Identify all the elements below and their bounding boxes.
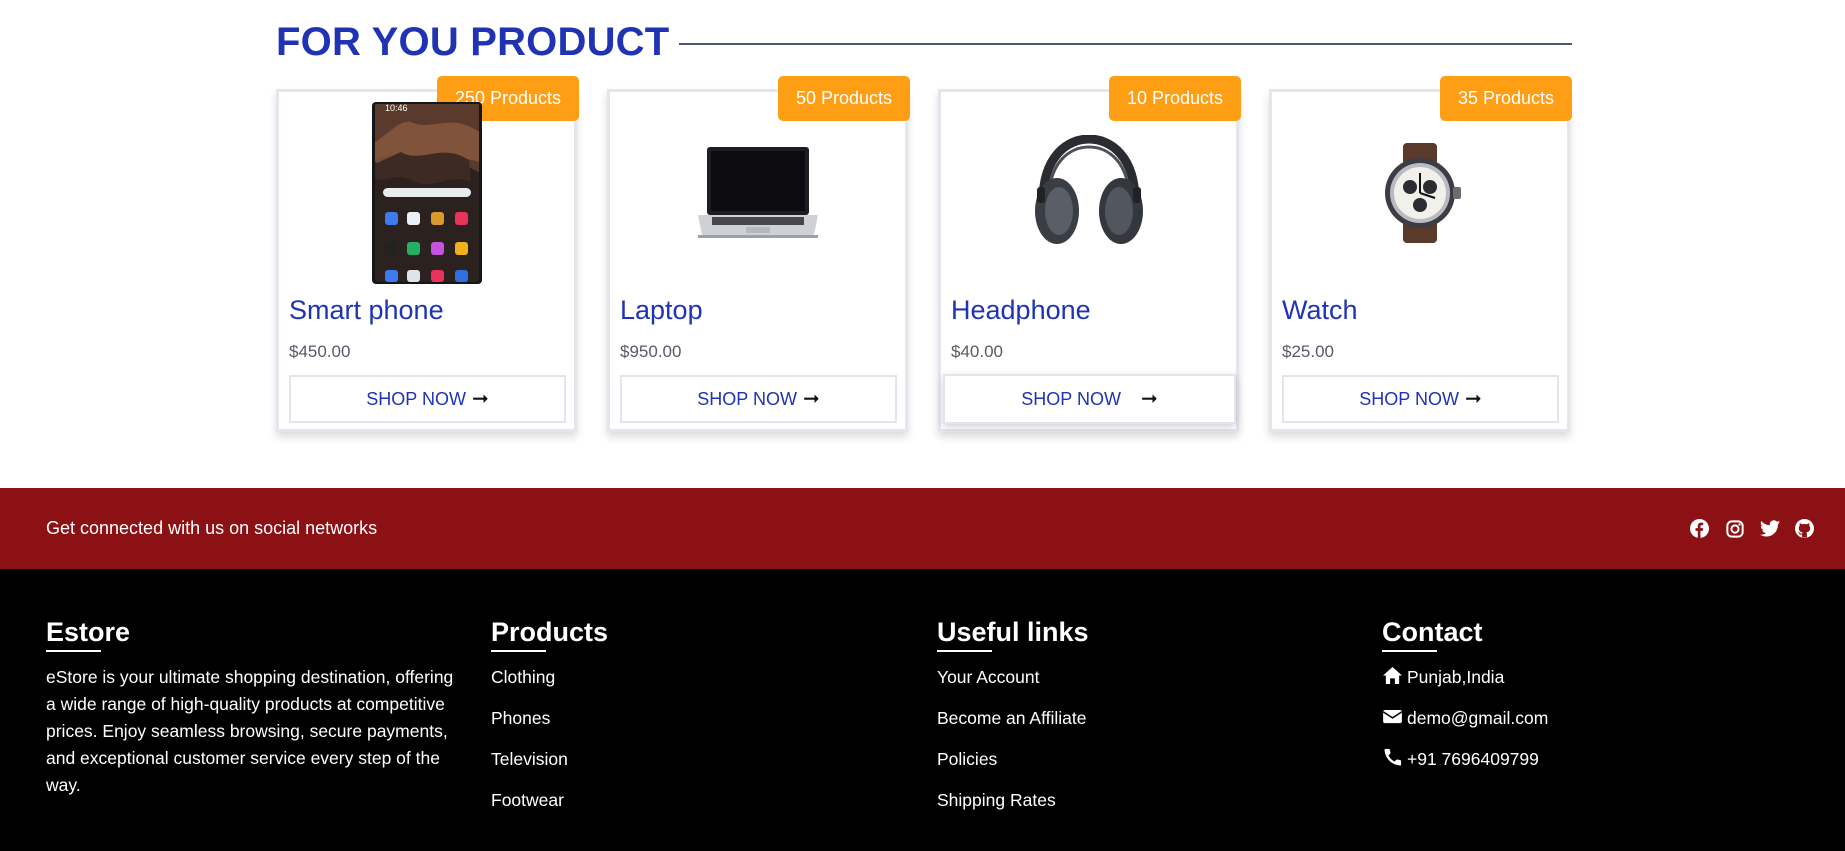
product-price: $25.00 <box>1282 342 1334 361</box>
footer-estore-description: eStore is your ultimate shopping destina… <box>46 667 454 795</box>
product-name[interactable]: Headphone <box>951 295 1091 326</box>
social-icons <box>1689 518 1815 539</box>
product-name[interactable]: Watch <box>1282 295 1358 326</box>
product-name[interactable]: Smart phone <box>289 295 444 326</box>
product-card-smart-phone: 250 Products 10:46 Smart phone $450.00 S… <box>276 76 579 432</box>
footer-useful-links-column: Useful links Your Account Become an Affi… <box>937 617 1089 828</box>
arrow-right-icon: ➞ <box>802 388 820 410</box>
footer-estore-column: Estore eStore is your ultimate shopping … <box>46 617 466 799</box>
product-card-watch: 35 Products Watch $25.00 SHOP NOW ➞ <box>1269 76 1572 432</box>
footer-link-clothing[interactable]: Clothing <box>491 664 608 705</box>
footer-heading-estore: Estore <box>46 617 130 652</box>
section-title: FOR YOU PRODUCT <box>276 19 670 64</box>
contact-phone: +91 7696409799 <box>1382 746 1548 787</box>
footer-heading-products: Products <box>491 617 608 652</box>
arrow-right-icon: ➞ <box>471 388 489 410</box>
contact-email: demo@gmail.com <box>1382 705 1548 746</box>
contact-email-text[interactable]: demo@gmail.com <box>1407 705 1548 732</box>
footer-link-television[interactable]: Television <box>491 746 608 787</box>
envelope-icon <box>1382 705 1403 727</box>
smartphone-image[interactable]: 10:46 <box>279 102 574 284</box>
footer-heading-contact: Contact <box>1382 617 1483 652</box>
facebook-icon[interactable] <box>1689 518 1710 539</box>
instagram-icon[interactable] <box>1724 518 1745 539</box>
shop-now-label: SHOP NOW <box>1359 388 1459 409</box>
product-card-laptop: 50 Products Laptop $950.00 SHOP NOW ➞ <box>607 76 910 432</box>
product-card-headphone: 10 Products Headphone $40.00 SHOP NOW ➞ <box>938 76 1241 432</box>
footer-contact-column: Contact Punjab,India demo@gmail.com +91 … <box>1382 617 1548 787</box>
footer-link-footwear[interactable]: Footwear <box>491 787 608 828</box>
contact-address-text: Punjab,India <box>1407 667 1505 687</box>
product-cards: 250 Products 10:46 Smart phone $450.00 S… <box>276 76 1572 432</box>
social-connect-text: Get connected with us on social networks <box>46 518 378 538</box>
arrow-right-icon: ➞ <box>1464 388 1482 410</box>
laptop-image[interactable] <box>610 102 905 284</box>
shop-now-button[interactable]: SHOP NOW ➞ <box>289 375 566 423</box>
product-price: $450.00 <box>289 342 351 361</box>
svg-text:10:46: 10:46 <box>385 103 408 113</box>
social-bar: Get connected with us on social networks <box>0 488 1845 569</box>
headphone-image[interactable] <box>941 102 1236 284</box>
footer-link-shipping-rates[interactable]: Shipping Rates <box>937 787 1089 828</box>
shop-now-button[interactable]: SHOP NOW ➞ <box>943 374 1236 424</box>
phone-icon <box>1382 746 1403 768</box>
footer-link-become-affiliate[interactable]: Become an Affiliate <box>937 705 1089 746</box>
footer-link-phones[interactable]: Phones <box>491 705 608 746</box>
product-name[interactable]: Laptop <box>620 295 703 326</box>
footer-link-your-account[interactable]: Your Account <box>937 664 1089 705</box>
watch-image[interactable] <box>1272 102 1567 284</box>
contact-phone-text[interactable]: +91 7696409799 <box>1407 746 1539 773</box>
section-header: FOR YOU PRODUCT <box>276 14 1572 70</box>
twitter-icon[interactable] <box>1759 518 1780 539</box>
arrow-right-icon: ➞ <box>1140 388 1158 410</box>
footer-products-list: Clothing Phones Television Footwear <box>491 664 608 828</box>
page: FOR YOU PRODUCT 250 Products 10:46 Smart… <box>0 0 1845 851</box>
shop-now-label: SHOP NOW <box>1021 388 1121 409</box>
shop-now-label: SHOP NOW <box>366 388 466 409</box>
product-price: $950.00 <box>620 342 682 361</box>
shop-now-label: SHOP NOW <box>697 388 797 409</box>
footer-products-column: Products Clothing Phones Television Foot… <box>491 617 608 828</box>
footer-heading-useful-links: Useful links <box>937 617 1089 652</box>
footer: Estore eStore is your ultimate shopping … <box>0 569 1845 851</box>
home-icon <box>1382 664 1403 686</box>
contact-address: Punjab,India <box>1382 664 1548 705</box>
shop-now-button[interactable]: SHOP NOW ➞ <box>620 375 897 423</box>
footer-contact-list: Punjab,India demo@gmail.com +91 76964097… <box>1382 664 1548 787</box>
footer-useful-links-list: Your Account Become an Affiliate Policie… <box>937 664 1089 828</box>
footer-link-policies[interactable]: Policies <box>937 746 1089 787</box>
product-price: $40.00 <box>951 342 1003 361</box>
shop-now-button[interactable]: SHOP NOW ➞ <box>1282 375 1559 423</box>
github-icon[interactable] <box>1794 518 1815 539</box>
section-divider <box>679 43 1572 45</box>
